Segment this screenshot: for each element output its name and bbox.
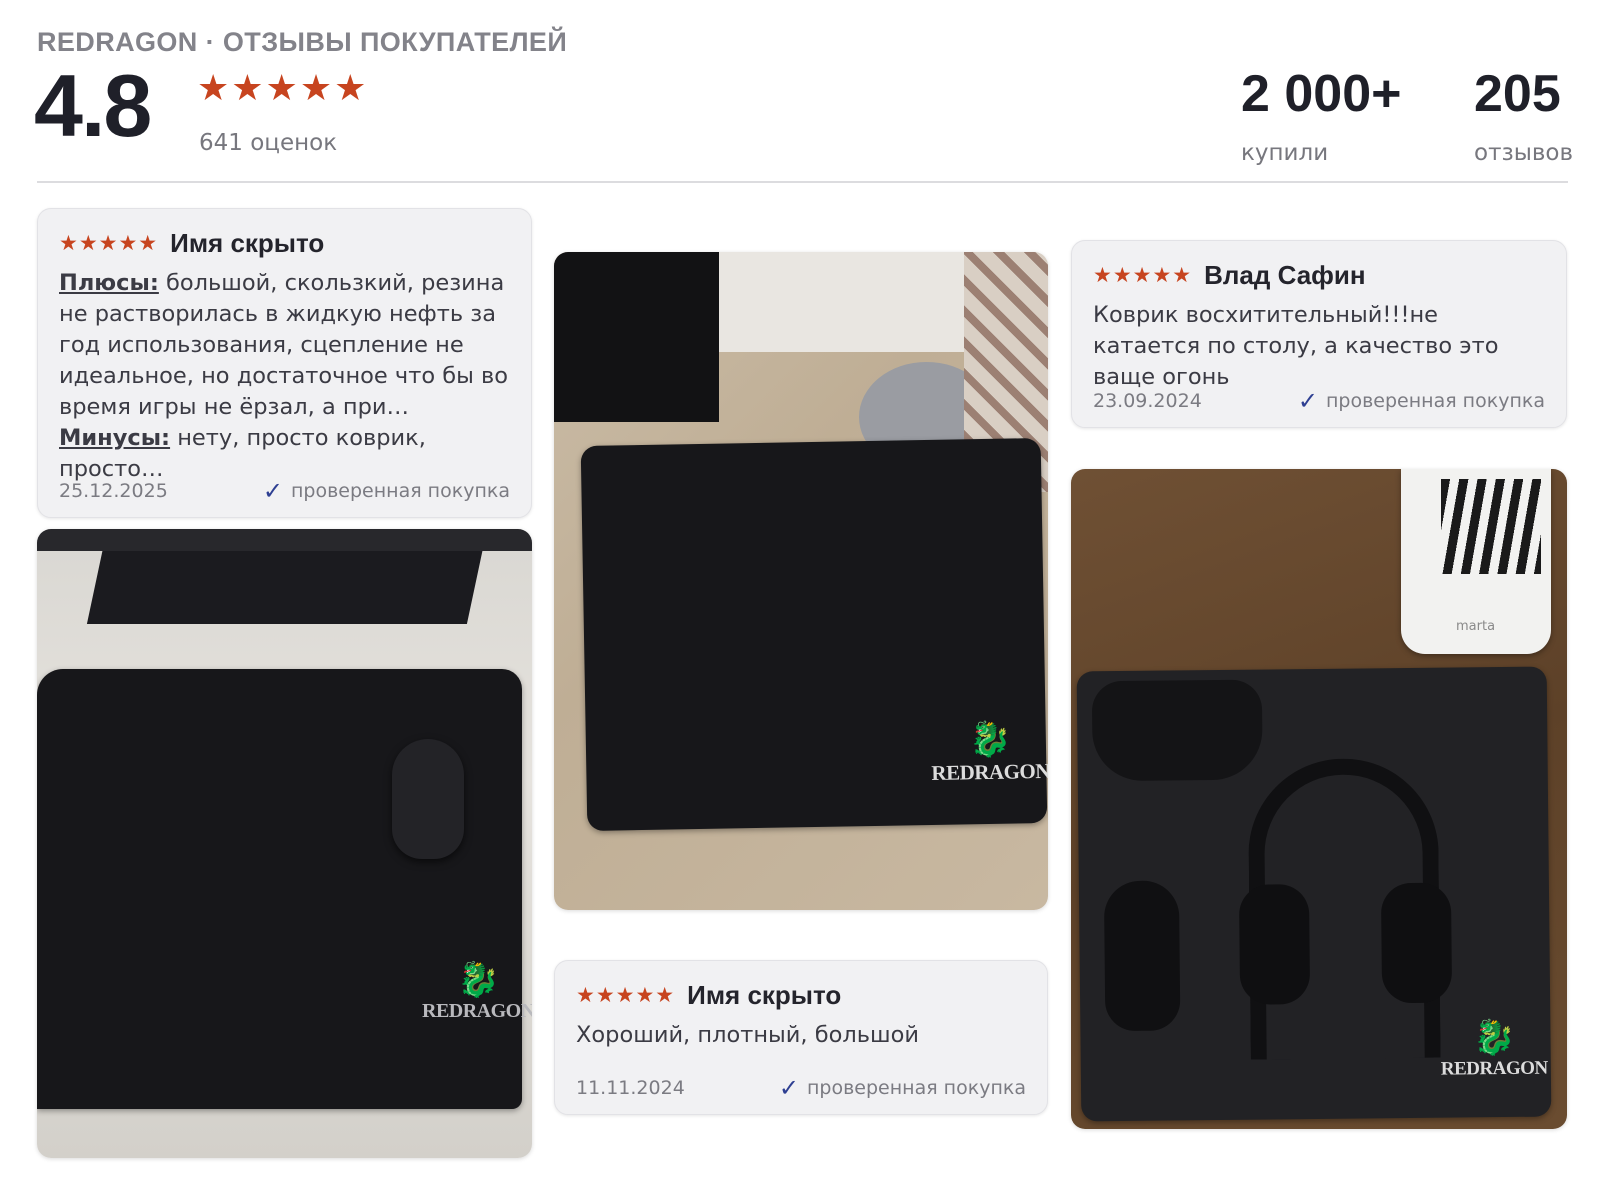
- verified-badge: ✓ проверенная покупка: [779, 1076, 1026, 1100]
- review-card[interactable]: ★★★★★ Влад Сафин Коврик восхитительный!!…: [1071, 240, 1567, 428]
- review-footer: 11.11.2024 ✓ проверенная покупка: [576, 1076, 1026, 1100]
- stat-bought: 2 000+ купили: [1241, 68, 1402, 166]
- review-header: ★★★★★ Влад Сафин: [1093, 259, 1545, 291]
- cons-label: Минусы:: [59, 425, 171, 451]
- mat-logo: 🐉 REDRAGON: [422, 962, 532, 1023]
- monitor-base: [37, 529, 532, 551]
- monitor: [554, 252, 719, 422]
- mat-logo: 🐉 REDRAGON: [931, 721, 1048, 785]
- mouse: [1103, 880, 1181, 1032]
- stat-reviews-value: 205: [1474, 65, 1561, 123]
- ratings-count: 641 оценок: [199, 130, 338, 156]
- fan-brand: marta: [1456, 619, 1496, 634]
- stat-bought-value: 2 000+: [1241, 65, 1402, 123]
- checkmark-icon: ✓: [778, 1074, 799, 1102]
- review-card[interactable]: ★★★★★ Имя скрыто Хороший, плотный, больш…: [554, 960, 1048, 1115]
- checkmark-icon: ✓: [262, 477, 283, 505]
- review-photo[interactable]: 🐉 REDRAGON: [37, 529, 532, 1158]
- review-header: ★★★★★ Имя скрыто: [59, 227, 510, 259]
- headphone-cup: [1238, 884, 1311, 1005]
- review-stars: ★★★★★: [576, 982, 676, 1007]
- review-date: 11.11.2024: [576, 1077, 685, 1099]
- average-rating: 4.8: [34, 56, 152, 155]
- pros-label: Плюсы:: [59, 270, 159, 296]
- review-photo[interactable]: marta 🐉 REDRAGON: [1071, 469, 1567, 1129]
- review-photo[interactable]: 🐉 REDRAGON: [554, 252, 1048, 910]
- review-text: Коврик восхитительный!!!не катается по с…: [1093, 302, 1499, 390]
- desk-fan: marta: [1401, 469, 1551, 654]
- mouse-pad: 🐉 REDRAGON: [580, 438, 1048, 831]
- header-divider: [37, 181, 1568, 183]
- review-date: 23.09.2024: [1093, 390, 1202, 412]
- verified-badge: ✓ проверенная покупка: [263, 479, 510, 503]
- brand-heading: REDRAGON · ОТЗЫВЫ ПОКУПАТЕЛЕЙ: [37, 27, 568, 57]
- review-text: Плюсы: большой, скользкий, резина не рас…: [59, 268, 510, 485]
- mouse-pad: 🐉 REDRAGON: [1076, 666, 1552, 1122]
- review-text: Хороший, плотный, большой: [576, 1022, 919, 1048]
- review-stars: ★★★★★: [1093, 262, 1193, 287]
- stat-reviews-label: отзывов: [1474, 140, 1574, 166]
- review-author: Влад Сафин: [1204, 259, 1366, 290]
- stat-reviews: 205 отзывов: [1474, 68, 1573, 166]
- review-footer: 23.09.2024 ✓ проверенная покупка: [1093, 389, 1545, 413]
- review-footer: 25.12.2025 ✓ проверенная покупка: [59, 479, 510, 503]
- mouse-pad: 🐉 REDRAGON: [37, 669, 532, 1109]
- verified-label: проверенная покупка: [290, 480, 510, 502]
- rating-stars: ★★★★★: [197, 68, 369, 109]
- review-card[interactable]: ★★★★★ Имя скрыто Плюсы: большой, скользк…: [37, 208, 532, 518]
- verified-label: проверенная покупка: [1325, 390, 1545, 412]
- verified-label: проверенная покупка: [806, 1077, 1026, 1099]
- review-author: Имя скрыто: [687, 979, 842, 1010]
- review-date: 25.12.2025: [59, 480, 168, 502]
- mat-logo: 🐉 REDRAGON: [1440, 1019, 1548, 1080]
- review-header: ★★★★★ Имя скрыто: [576, 979, 1026, 1011]
- stat-bought-label: купили: [1241, 140, 1329, 166]
- gamepad: [1091, 679, 1263, 782]
- mouse: [392, 739, 464, 859]
- review-stars: ★★★★★: [59, 230, 159, 255]
- headphone-cup: [1380, 882, 1453, 1004]
- verified-badge: ✓ проверенная покупка: [1298, 389, 1545, 413]
- review-author: Имя скрыто: [170, 227, 325, 258]
- fan-grille: [1441, 479, 1541, 574]
- checkmark-icon: ✓: [1297, 387, 1318, 415]
